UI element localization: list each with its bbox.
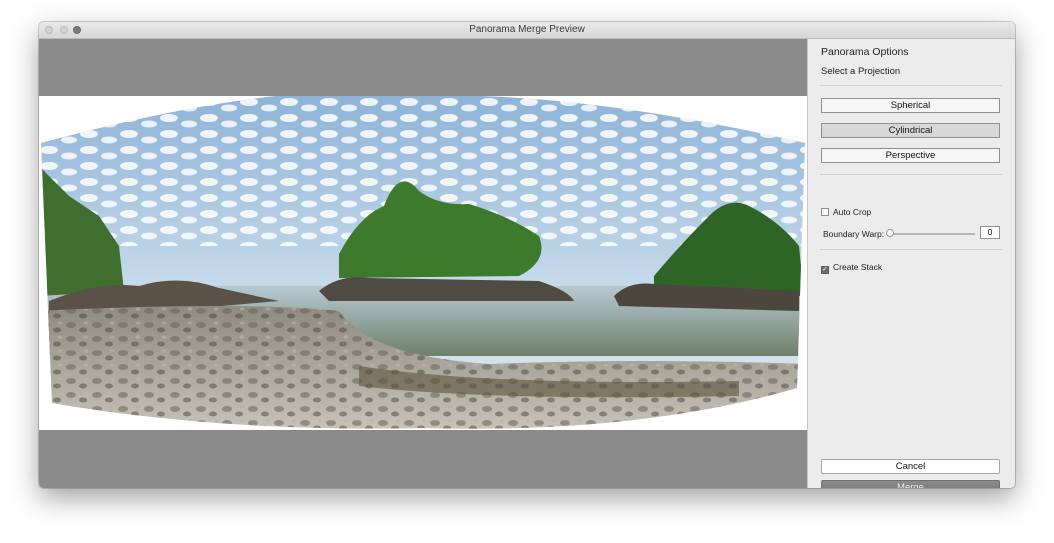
divider: [820, 85, 1002, 86]
create-stack-label: Create Stack: [833, 262, 883, 272]
cancel-button[interactable]: Cancel: [821, 459, 1000, 474]
panorama-merge-window: Panorama Merge Preview Panorama Options …: [39, 22, 1015, 488]
panorama-canvas: [39, 96, 807, 430]
divider: [820, 174, 1002, 175]
boundary-warp-slider[interactable]: [889, 233, 975, 235]
preview-area: [39, 39, 807, 488]
projection-heading: Select a Projection: [821, 66, 901, 77]
panorama-options-panel: Panorama Options Select a Projection Sph…: [807, 39, 1015, 488]
cylindrical-button[interactable]: Cylindrical: [821, 123, 1000, 138]
panel-title: Panorama Options: [821, 46, 909, 58]
boundary-warp-slider-handle[interactable]: [886, 229, 894, 237]
create-stack-checkbox[interactable]: ✓: [821, 266, 829, 274]
auto-crop-label: Auto Crop: [833, 207, 872, 217]
divider: [820, 249, 1002, 250]
title-bar: Panorama Merge Preview: [39, 22, 1015, 39]
boundary-warp-label: Boundary Warp:: [823, 229, 885, 239]
auto-crop-checkbox[interactable]: [821, 208, 829, 216]
panorama-preview-image: [41, 96, 805, 429]
create-stack-row[interactable]: ✓ Create Stack: [821, 262, 882, 274]
perspective-button[interactable]: Perspective: [821, 148, 1000, 163]
window-title: Panorama Merge Preview: [469, 24, 585, 35]
boundary-warp-value-field[interactable]: 0: [980, 226, 1000, 239]
auto-crop-row[interactable]: Auto Crop: [821, 207, 871, 217]
merge-button[interactable]: Merge: [821, 480, 1000, 488]
spherical-button[interactable]: Spherical: [821, 98, 1000, 113]
